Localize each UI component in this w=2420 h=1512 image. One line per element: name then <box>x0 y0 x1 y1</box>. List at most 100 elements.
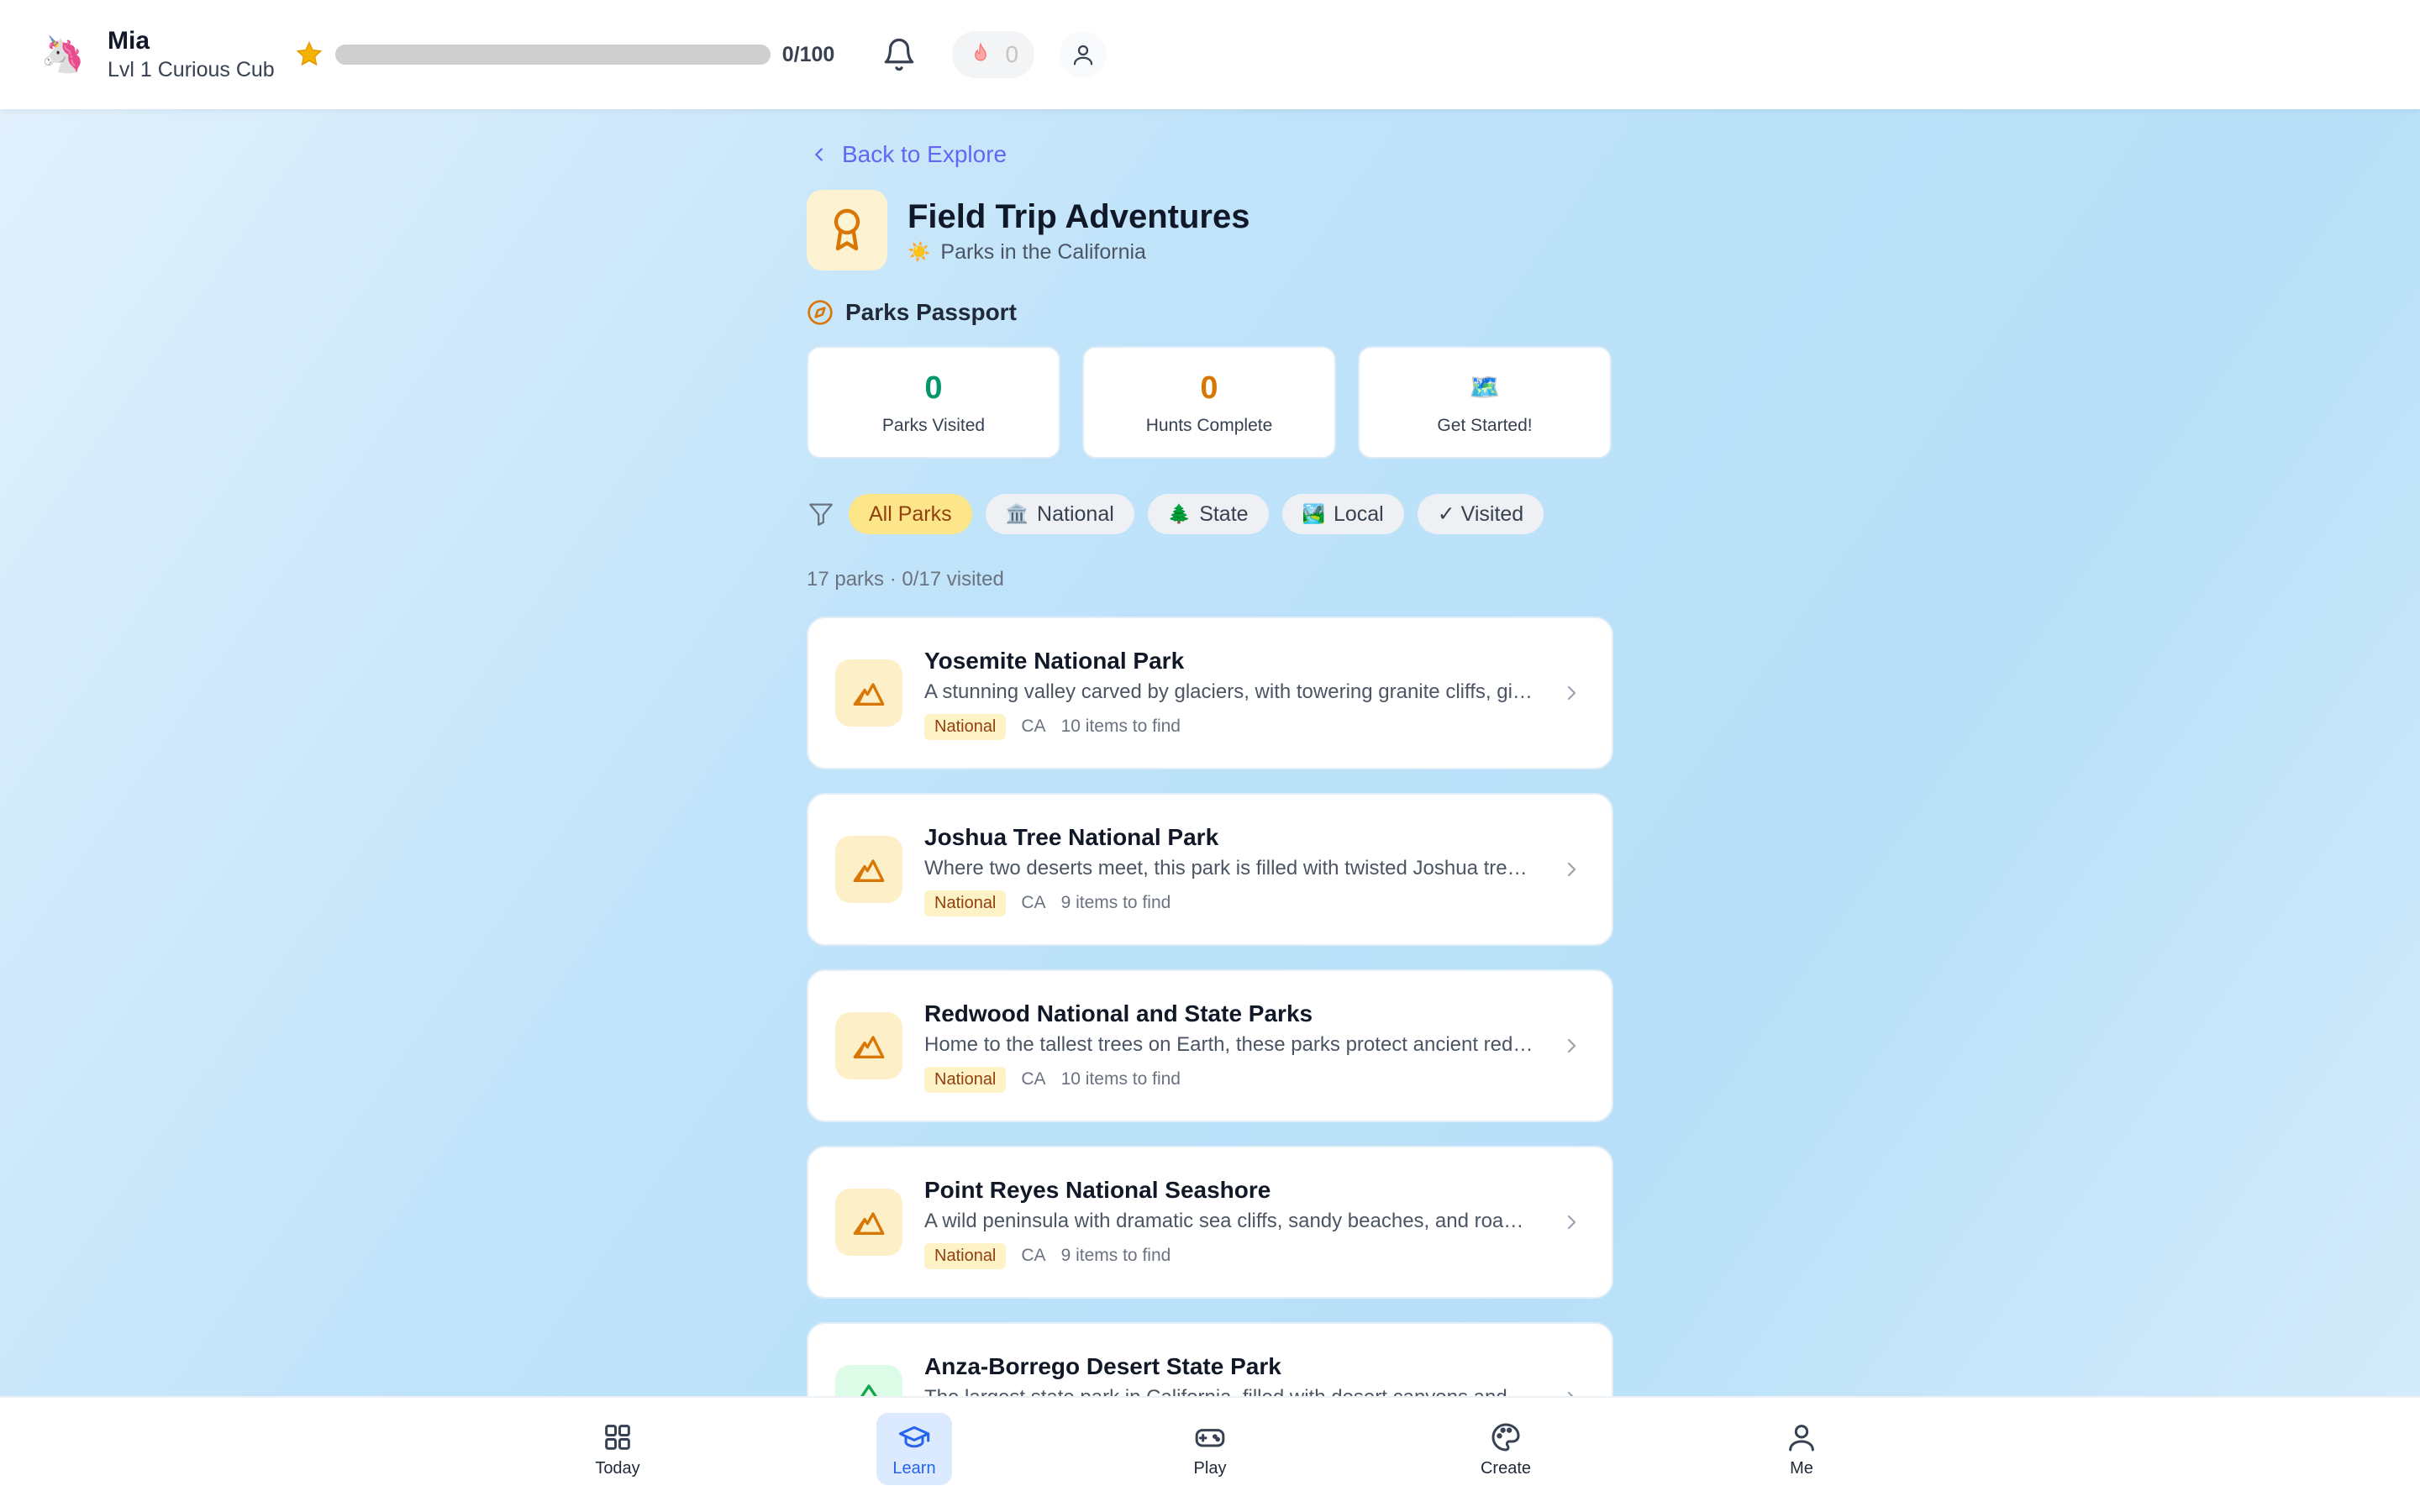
streak-badge[interactable]: 0 <box>952 31 1035 78</box>
park-state: CA <box>1021 1069 1046 1089</box>
streak-count: 0 <box>1005 41 1019 67</box>
filter-chip-label: National <box>1037 501 1114 526</box>
chevron-right-icon <box>1567 1215 1576 1230</box>
park-type-tag: National <box>924 1066 1007 1093</box>
park-name: Point Reyes National Seashore <box>924 1176 1271 1203</box>
top-bar: 🦄 Mia Lvl 1 Curious Cub 0/100 0 <box>0 0 2420 109</box>
filter-chip-label: Local <box>1333 501 1384 526</box>
stat-card: 🗺️ Get Started! <box>1358 346 1612 459</box>
park-card[interactable]: Joshua Tree National Park Where two deser… <box>807 793 1613 946</box>
park-description: Where two deserts meet, this park is fil… <box>924 856 1538 879</box>
park-meta: National CA 9 items to find <box>924 1242 1538 1269</box>
park-state: CA <box>1021 1246 1046 1265</box>
park-name: Redwood National and State Parks <box>924 1000 1313 1026</box>
nav-label: Learn <box>892 1458 936 1478</box>
chevron-right-icon <box>1567 1038 1576 1053</box>
park-icon-tile <box>835 836 902 903</box>
nav-label: Me <box>1790 1458 1813 1478</box>
park-icon-tile <box>835 1012 902 1079</box>
nav-me[interactable]: Me <box>1764 1413 1839 1485</box>
park-items-count: 9 items to find <box>1060 893 1171 912</box>
park-count: 17 parks · 0/17 visited <box>807 568 1004 591</box>
park-name: Anza-Borrego Desert State Park <box>924 1352 1281 1379</box>
nav-play[interactable]: Play <box>1172 1413 1248 1485</box>
chevron-left-icon <box>815 148 823 161</box>
park-name: Yosemite National Park <box>924 647 1185 674</box>
xp-text: 0/100 <box>781 42 835 66</box>
stat-value: 0 <box>924 370 943 406</box>
mountain-icon <box>853 1212 885 1235</box>
park-card[interactable]: Point Reyes National Seashore A wild peni… <box>807 1146 1613 1299</box>
filter-chip-national[interactable]: 🏛️ National <box>985 494 1134 534</box>
sun-icon: ☀️ <box>908 241 931 262</box>
graduation-cap-icon <box>898 1425 930 1447</box>
user-name: Mia <box>108 27 150 55</box>
unicorn-avatar[interactable]: 🦄 <box>41 34 85 76</box>
filter-chip-allparks[interactable]: All Parks <box>849 494 972 534</box>
park-state: CA <box>1021 893 1046 912</box>
nav-create[interactable]: Create <box>1468 1413 1544 1485</box>
park-type-tag: National <box>924 713 1007 740</box>
page-subtitle: ☀️ Parks in the California <box>908 240 1249 265</box>
nav-label: Play <box>1193 1458 1227 1478</box>
stat-label: Hunts Complete <box>1145 416 1273 435</box>
park-icon-tile <box>835 1189 902 1256</box>
mountain-icon <box>853 683 885 706</box>
park-state: CA <box>1021 717 1046 736</box>
stat-label: Get Started! <box>1437 416 1533 435</box>
star-icon <box>296 41 323 66</box>
park-icon-tile <box>835 659 902 727</box>
award-icon <box>834 208 860 251</box>
filter-chip-state[interactable]: 🌲 State <box>1147 494 1269 534</box>
passport-stats: 0 Parks Visited 0 Hunts Complete 🗺️ Get Start… <box>807 346 1612 459</box>
nav-today[interactable]: Today <box>580 1413 655 1485</box>
grid-icon <box>605 1424 630 1450</box>
nav-learn[interactable]: Learn <box>876 1413 952 1485</box>
subtitle-text: Parks in the California <box>940 239 1146 264</box>
park-card[interactable]: Anza-Borrego Desert State Park The larges… <box>807 1322 1613 1398</box>
stat-card: 0 Parks Visited <box>807 346 1060 459</box>
park-card[interactable]: Redwood National and State Parks Home to … <box>807 969 1613 1122</box>
flame-icon <box>975 42 987 61</box>
mountain-icon <box>853 1036 885 1058</box>
user-level: Lvl 1 Curious Cub <box>108 58 275 81</box>
passport-title: Parks Passport <box>845 299 1017 325</box>
gamepad-icon <box>1195 1428 1225 1446</box>
park-name: Joshua Tree National Park <box>924 823 1219 850</box>
palette-icon <box>1491 1423 1520 1451</box>
park-card-body: Anza-Borrego Desert State Park The larges… <box>924 1352 1538 1399</box>
title-block: Field Trip Adventures ☀️ Parks in the Ca… <box>908 197 1249 265</box>
filter-chip-visited[interactable]: ✓ Visited <box>1417 494 1544 534</box>
mountain-icon <box>853 859 885 882</box>
profile-button[interactable] <box>1060 31 1107 78</box>
bottom-nav: Today Learn Play Create Me <box>0 1396 2420 1512</box>
park-filters: All Parks 🏛️ National 🌲 State 🏞️ Local ✓ Visite… <box>807 494 1557 534</box>
bell-icon[interactable] <box>881 37 917 72</box>
chevron-right-icon <box>1567 862 1576 877</box>
back-to-explore-link[interactable]: Back to Explore <box>810 141 1007 168</box>
park-card[interactable]: Yosemite National Park A stunning valley … <box>807 617 1613 769</box>
park-description: A wild peninsula with dramatic sea cliff… <box>924 1209 1538 1232</box>
park-type-tag: National <box>924 890 1007 916</box>
park-items-count: 9 items to find <box>1060 1246 1171 1265</box>
park-description: A stunning valley carved by glaciers, wi… <box>924 680 1538 703</box>
park-meta: National CA 9 items to find <box>924 890 1538 916</box>
stat-card: 0 Hunts Complete <box>1082 346 1336 459</box>
nav-label: Create <box>1480 1458 1532 1478</box>
passport-section-header: Parks Passport <box>807 299 1017 326</box>
park-card-body: Redwood National and State Parks Home to … <box>924 1000 1538 1093</box>
user-icon <box>1074 45 1093 66</box>
filter-chip-local[interactable]: 🏞️ Local <box>1281 494 1404 534</box>
chevron-right-icon <box>1567 685 1576 701</box>
filter-chip-label: ✓ Visited <box>1437 502 1524 526</box>
xp-progress-bar <box>334 45 771 65</box>
park-description: Home to the tallest trees on Earth, thes… <box>924 1032 1538 1056</box>
park-card-body: Joshua Tree National Park Where two deser… <box>924 823 1538 916</box>
park-type-tag: National <box>924 1242 1007 1269</box>
page-title: Field Trip Adventures <box>908 197 1250 235</box>
park-list: Yosemite National Park A stunning valley … <box>807 617 1613 1398</box>
filter-icon <box>809 503 833 526</box>
park-items-count: 10 items to find <box>1060 717 1181 736</box>
user-info: Mia Lvl 1 Curious Cub <box>108 26 275 83</box>
page-header: Field Trip Adventures ☀️ Parks in the Ca… <box>807 190 1249 270</box>
